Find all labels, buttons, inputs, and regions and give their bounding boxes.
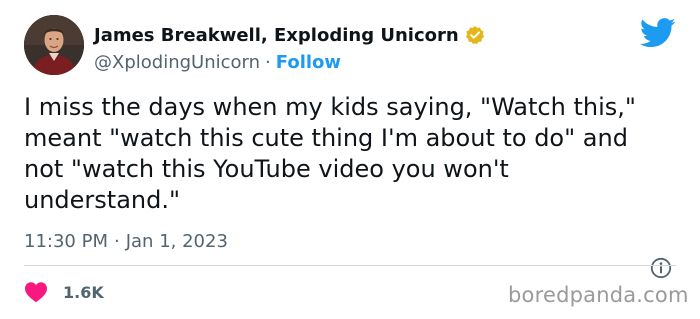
tweet-card: James Breakwell, Exploding Unicorn @Xplo… [0,0,700,319]
watermark: boredpanda.com [508,283,689,307]
author-handle[interactable]: @XplodingUnicorn [94,52,260,73]
follow-button[interactable]: Follow [276,52,341,73]
like-action[interactable]: 1.6K [24,279,104,305]
twitter-bird-icon[interactable] [640,18,676,48]
verified-badge-icon [465,25,484,45]
avatar-image [24,15,84,75]
avatar[interactable] [24,15,84,75]
heart-icon[interactable] [24,281,48,303]
divider [24,265,676,266]
timestamp-separator: · [113,230,120,252]
author-handle-row: @XplodingUnicorn · Follow [94,50,341,74]
info-icon[interactable] [650,257,672,279]
author-name-row: James Breakwell, Exploding Unicorn [94,22,485,48]
like-count: 1.6K [63,282,104,302]
handle-separator: · [265,51,271,73]
tweet-date[interactable]: Jan 1, 2023 [126,231,228,252]
tweet-text: I miss the days when my kids saying, "Wa… [24,93,636,214]
tweet-time[interactable]: 11:30 PM [24,231,108,252]
author-display-name[interactable]: James Breakwell, Exploding Unicorn [94,25,459,46]
tweet-timestamp: 11:30 PM · Jan 1, 2023 [24,227,228,255]
